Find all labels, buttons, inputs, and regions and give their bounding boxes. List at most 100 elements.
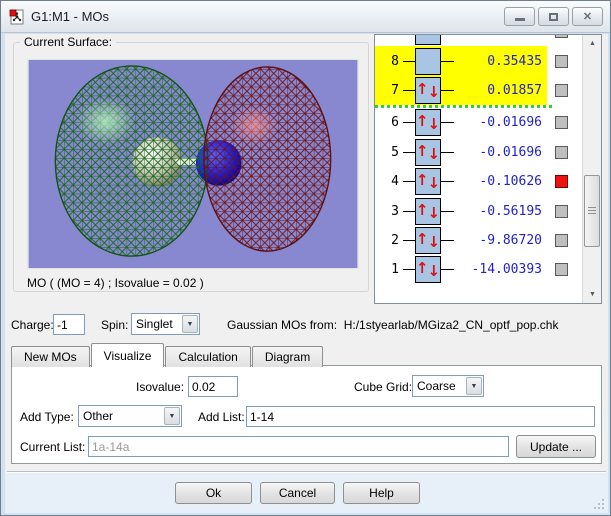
mo-energy-value: -0.56195 [479, 203, 542, 219]
mo-level[interactable]: 8 0.35435 [375, 46, 547, 76]
mo-checkbox[interactable] [555, 145, 568, 159]
level-line [441, 239, 454, 241]
mo-energy-value: -14.00393 [471, 262, 542, 278]
orbital-box[interactable] [415, 47, 441, 75]
mo-level[interactable]: 1 ↑ ↓ -14.00393 [375, 255, 547, 284]
mo-checkbox[interactable] [555, 204, 568, 218]
cube-grid-dropdown-button[interactable]: ▼ [466, 377, 482, 395]
add-list-input[interactable] [246, 406, 595, 427]
mo-energy-value: 0.38138 [454, 35, 542, 39]
close-icon: ✕ [582, 11, 593, 23]
mo-level[interactable]: 7 ↑ ↓ 0.01857 [375, 75, 547, 106]
mo-energy-value: -0.01696 [479, 115, 542, 131]
spin-down-arrow-icon: ↓ [427, 144, 441, 163]
mo-row[interactable]: 7 ↑ ↓ 0.01857 [375, 75, 581, 106]
mo-level[interactable]: 4 ↑ ↓ -0.10626 [375, 167, 547, 196]
mo-checkbox[interactable] [555, 233, 568, 247]
mo-row[interactable]: 1 ↑ ↓ -14.00393 [375, 255, 581, 284]
level-line [403, 239, 415, 241]
current-list-input[interactable] [88, 436, 509, 457]
mo-number: 8 [391, 53, 399, 69]
orbital-box[interactable]: ↑ ↓ [415, 109, 441, 137]
cancel-button[interactable]: Cancel [260, 482, 335, 504]
update-button[interactable]: Update ... [516, 435, 596, 458]
orbital-box[interactable]: ↑ ↓ [415, 256, 441, 284]
ok-button[interactable]: Ok [175, 482, 252, 504]
mo-row[interactable]: 8 0.35435 [375, 46, 581, 76]
isovalue-input[interactable] [188, 376, 238, 397]
add-type-select[interactable]: Other ▼ [78, 405, 182, 427]
minimize-button[interactable] [504, 7, 535, 26]
mo-row[interactable]: 2 ↑ ↓ -9.86720 [375, 226, 581, 255]
mo-rows: 9 0.38138 8 0.35435 7 ↑↓ 0.01857 6 ↑↓ -0.01696 5 ↑↓… [375, 35, 581, 285]
mo-level[interactable]: 5 ↑ ↓ -0.01696 [375, 138, 547, 167]
level-line [441, 122, 454, 124]
mo-level-list[interactable]: 9 0.38138 8 0.35435 7 ↑↓ 0.01857 6 ↑↓ -0.01696 5 ↑↓… [374, 34, 602, 304]
mo-number: 9 [381, 35, 399, 39]
orbital-box[interactable]: ↑ ↓ [415, 76, 441, 104]
help-button[interactable]: Help [343, 482, 420, 504]
orbital-box[interactable]: ↑ ↓ [415, 197, 441, 225]
mo-number: 1 [391, 262, 399, 278]
isovalue-label: Isovalue: [136, 380, 185, 394]
mo-surface-image [27, 59, 359, 269]
mo-row[interactable]: 9 0.38138 [375, 35, 581, 46]
spin-dropdown-button[interactable]: ▼ [182, 315, 198, 333]
level-line [403, 89, 415, 91]
level-line [441, 89, 454, 91]
resize-grip-icon[interactable] [593, 498, 604, 509]
mos-source-label: Gaussian MOs from: [227, 318, 338, 332]
chevron-down-icon: ▼ [168, 412, 176, 420]
orbital-box[interactable] [415, 35, 441, 46]
positive-lobe-highlight [76, 97, 136, 146]
orbital-box[interactable]: ↑ ↓ [415, 168, 441, 196]
spin-down-arrow-icon: ↓ [427, 262, 441, 281]
orbital-box[interactable]: ↑ ↓ [415, 226, 441, 254]
maximize-button[interactable] [538, 7, 569, 26]
mo-checkbox[interactable] [555, 116, 568, 130]
mo-checkbox[interactable] [555, 54, 568, 68]
mo-row[interactable]: 6 ↑ ↓ -0.01696 [375, 108, 581, 137]
add-list-label: Add List: [198, 410, 245, 424]
mo-row[interactable]: 5 ↑ ↓ -0.01696 [375, 138, 581, 167]
surface-caption: MO ( (MO = 4) ; Isovalue = 0.02 ) [27, 276, 204, 290]
level-line [441, 151, 454, 153]
minimize-icon [514, 18, 525, 21]
spin-label: Spin: [101, 318, 129, 332]
mo-checkbox[interactable] [555, 35, 568, 39]
chevron-down-icon: ▼ [186, 320, 194, 328]
tab-visualize[interactable]: Visualize [90, 343, 165, 367]
title-bar[interactable]: G1:M1 - MOs ✕ [1, 1, 610, 33]
mo-checkbox[interactable] [555, 263, 568, 277]
mo-level[interactable]: 3 ↑ ↓ -0.56195 [375, 196, 547, 225]
scrollbar-thumb[interactable] [584, 175, 600, 247]
scroll-down-button[interactable]: ▼ [584, 286, 601, 303]
window-title: G1:M1 - MOs [31, 9, 110, 24]
charge-input[interactable] [53, 314, 85, 335]
mo-row[interactable]: 3 ↑ ↓ -0.56195 [375, 196, 581, 225]
dialog-client-area: Current Surface: MO ((MO = 4) ; Isovalu… [5, 34, 608, 513]
mo-level[interactable]: 6 ↑ ↓ -0.01696 [375, 108, 547, 137]
tab-diagram[interactable]: Diagram [251, 346, 324, 367]
orbital-box[interactable]: ↑ ↓ [415, 138, 441, 166]
mo-list-scrollbar[interactable]: ▲ ▼ [582, 35, 601, 303]
mo-level[interactable]: 2 ↑ ↓ -9.86720 [375, 226, 547, 255]
mos-source-text: Gaussian MOs from: H:/1styearlab/MGiza2_… [227, 318, 558, 332]
mo-checkbox[interactable] [555, 83, 568, 97]
current-list-label: Current List: [20, 440, 86, 454]
tab-calculation[interactable]: Calculation [165, 346, 251, 367]
level-line [441, 210, 454, 212]
tab-new-mos[interactable]: New MOs [11, 346, 90, 367]
charge-label: Charge: [11, 318, 54, 332]
cube-grid-label: Cube Grid: [354, 380, 413, 394]
spin-select[interactable]: Singlet ▼ [131, 313, 200, 335]
cube-grid-select[interactable]: Coarse ▼ [412, 375, 484, 397]
mo-energy-value: 0.01857 [487, 82, 542, 98]
mo-row[interactable]: 4 ↑ ↓ -0.10626 [375, 167, 581, 196]
mo-checkbox[interactable] [555, 175, 568, 189]
mos-source-path: H:/1styearlab/MGiza2_CN_optf_pop.chk [343, 318, 559, 332]
scroll-up-button[interactable]: ▲ [584, 35, 601, 52]
close-button[interactable]: ✕ [572, 7, 603, 26]
add-type-dropdown-button[interactable]: ▼ [164, 407, 180, 425]
mo-level[interactable]: 9 0.38138 [375, 35, 547, 46]
